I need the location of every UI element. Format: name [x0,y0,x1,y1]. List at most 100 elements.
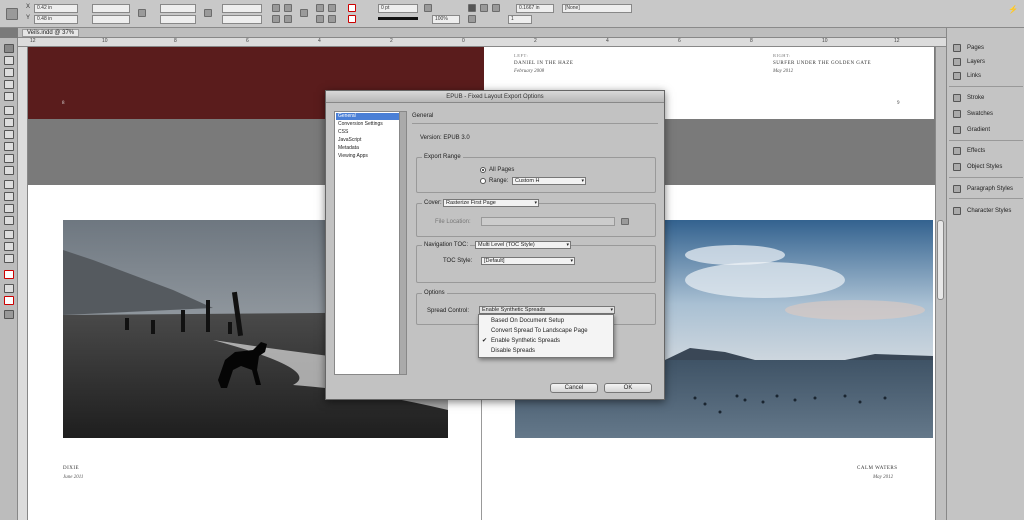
rectangle-tool-icon[interactable] [4,166,14,175]
panel-effects[interactable]: Effects [951,145,1021,157]
cover-select[interactable]: Rasterize First Page ▾ [443,199,539,207]
selection-tool-icon[interactable] [4,44,14,53]
nav-javascript[interactable]: JavaScript [336,137,399,144]
calm-waters-date: May 2012 [873,475,894,480]
scrollbar-thumb[interactable] [937,220,944,300]
range-radio[interactable] [480,178,486,184]
rotate-ccw-icon[interactable] [284,4,292,12]
link-icon[interactable] [204,9,212,17]
panel-separator [949,140,1023,141]
calm-waters-title: CALM WATERS [857,466,898,471]
panel-character-styles[interactable]: Character Styles [951,205,1021,217]
panel-object-styles[interactable]: Object Styles [951,161,1021,173]
select-prev-icon[interactable] [316,15,324,23]
tools-panel [0,38,18,520]
stroke-type-swatch[interactable] [378,17,418,20]
all-pages-radio[interactable] [480,167,486,173]
scale-y-field[interactable] [160,15,196,24]
line-tool-icon[interactable] [4,118,14,127]
p-icon[interactable] [300,9,308,17]
spread-control-select[interactable]: Enable Synthetic Spreads ▾ [479,306,615,314]
rotate-field[interactable] [222,4,262,13]
panel-swatches[interactable]: Swatches [951,108,1021,120]
navigation-toc-select[interactable]: Multi Level (TOC Style) ▾ [475,241,571,249]
wrap-bbox-icon[interactable] [492,4,500,12]
flip-h-icon[interactable] [272,15,280,23]
fx-icon[interactable] [424,4,432,12]
nav-general[interactable]: General [336,113,399,120]
menu-item-disable-spreads[interactable]: Disable Spreads [479,347,613,356]
flip-v-icon[interactable] [284,15,292,23]
h-field[interactable] [92,15,130,24]
panel-stroke[interactable]: Stroke [951,92,1021,104]
fill-none-icon[interactable] [348,4,356,12]
range-select[interactable]: Custom H ▾ [512,177,586,185]
reference-point-icon[interactable] [6,8,18,20]
cancel-button[interactable]: Cancel [550,383,598,393]
select-next-icon[interactable] [328,15,336,23]
wrap-icon[interactable] [480,4,488,12]
file-location-field[interactable] [481,217,615,226]
opacity-field[interactable]: 100% [432,15,460,24]
spread-control-label: Spread Control: [427,308,470,314]
type-tool-icon[interactable] [4,106,14,115]
scissors-tool-icon[interactable] [4,180,14,189]
scale-x-field[interactable] [160,4,196,13]
page-tool-icon[interactable] [4,68,14,77]
dixie-title: DIXIE [63,466,80,471]
x-field[interactable]: 0.42 in [34,4,78,13]
zoom-tool-icon[interactable] [4,254,14,263]
pencil-tool-icon[interactable] [4,142,14,151]
stroke-icon [953,94,961,102]
content-collector-icon[interactable] [4,92,14,101]
ruler-tick: 8 [174,38,177,44]
free-transform-tool-icon[interactable] [4,192,14,201]
apply-none-icon[interactable] [4,296,14,305]
screen-mode-icon[interactable] [4,310,14,319]
object-style-field[interactable]: [None] [562,4,632,13]
eyedropper-tool-icon[interactable] [4,230,14,239]
menu-item-based-on-document[interactable]: Based On Document Setup [479,317,613,326]
hand-tool-icon[interactable] [4,242,14,251]
panel-links[interactable]: Links [951,70,1021,82]
shear-field[interactable] [222,15,262,24]
lightning-icon[interactable]: ⚡ [1008,6,1018,14]
corner-icon[interactable] [468,15,476,23]
panel-gradient[interactable]: Gradient [951,124,1021,136]
align-icon[interactable] [468,4,476,12]
page-number-left: 8 [62,101,65,106]
nav-css[interactable]: CSS [336,129,399,136]
nav-metadata[interactable]: Metadata [336,145,399,152]
pen-tool-icon[interactable] [4,130,14,139]
width-field[interactable]: 0.1667 in [516,4,554,13]
ruler-tick: 12 [894,38,900,44]
stroke-weight-field[interactable]: 0 pt [378,4,418,13]
folder-icon[interactable] [621,218,629,225]
w-field[interactable] [92,4,130,13]
panel-layers[interactable]: Layers [951,56,1021,68]
fill-swatch-icon[interactable] [4,270,14,279]
y-field[interactable]: 0.48 in [34,15,78,24]
constrain-icon[interactable] [138,9,146,17]
rectangle-frame-tool-icon[interactable] [4,154,14,163]
direct-selection-tool-icon[interactable] [4,56,14,65]
panel-paragraph-styles[interactable]: Paragraph Styles [951,183,1021,195]
nav-conversion-settings[interactable]: Conversion Settings [336,121,399,128]
document-tab[interactable]: Veils.indd @ 37% [22,29,80,37]
formatting-container-icon[interactable] [4,284,14,293]
note-tool-icon[interactable] [4,216,14,225]
menu-item-convert-spread[interactable]: Convert Spread To Landscape Page [479,327,613,336]
stroke-none-icon[interactable] [348,15,356,23]
nav-list-scrollbar[interactable] [400,111,407,375]
rotate-cw-icon[interactable] [272,4,280,12]
menu-item-enable-synthetic[interactable]: ✔ Enable Synthetic Spreads [479,337,613,346]
toc-style-select[interactable]: [Default] ▾ [481,257,575,265]
panel-pages[interactable]: Pages [951,42,1021,54]
ok-button[interactable]: OK [604,383,652,393]
select-container-icon[interactable] [316,4,324,12]
ref-field[interactable]: 1 [508,15,532,24]
gradient-tool-icon[interactable] [4,204,14,213]
select-content-icon[interactable] [328,4,336,12]
gap-tool-icon[interactable] [4,80,14,89]
nav-viewing-apps[interactable]: Viewing Apps [336,153,399,160]
